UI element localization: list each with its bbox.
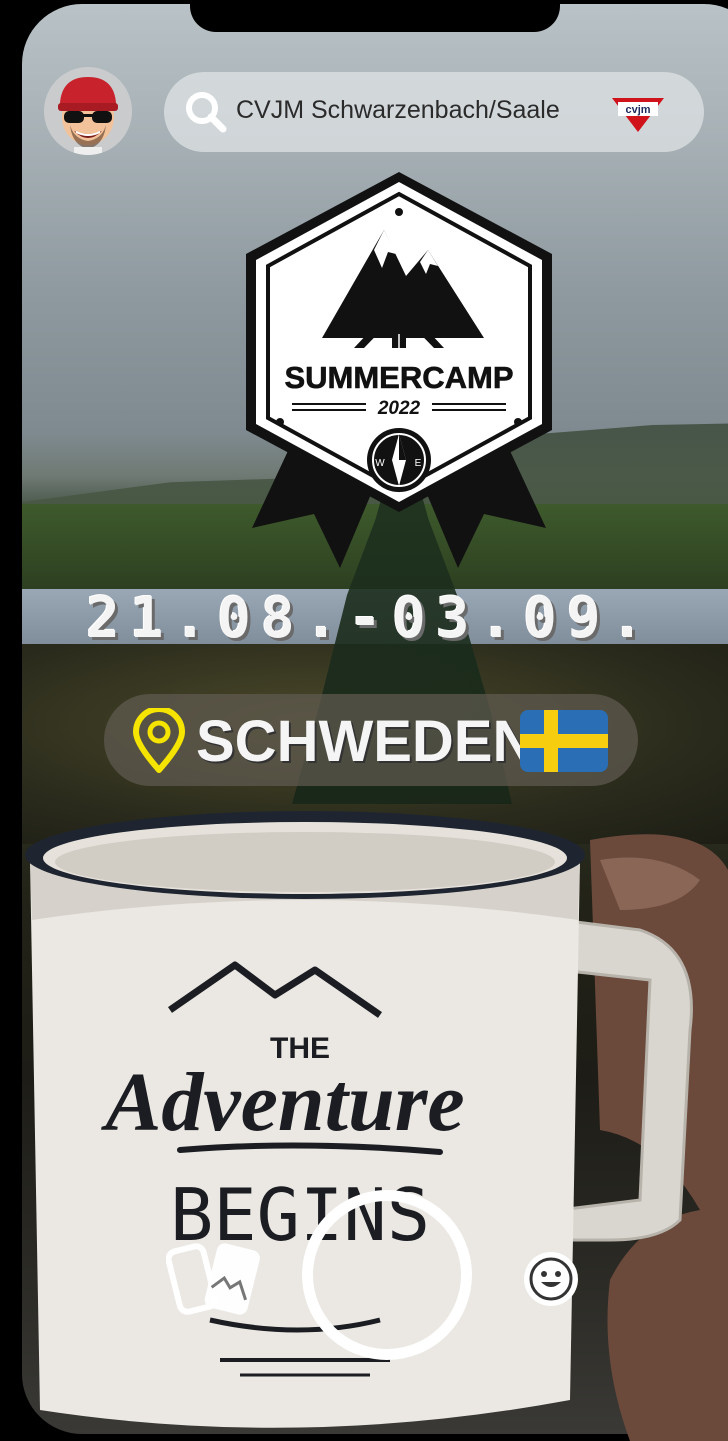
location-pin-icon [133,708,185,773]
location-sticker[interactable]: SCHWEDEN [104,694,638,786]
badge-year: 2022 [377,398,421,419]
event-dates: 21.08.-03.09. [86,586,655,651]
bitmoji-avatar-icon [44,67,132,155]
search-label: CVJM Schwarzenbach/Saale [236,96,560,124]
compass-w: W [375,458,385,469]
avatar[interactable] [44,67,132,155]
smiley-lens-icon[interactable] [522,1250,580,1308]
search-bar[interactable]: CVJM Schwarzenbach/Saale cvjm [164,72,704,152]
device-notch [190,0,560,32]
location-name: SCHWEDEN [196,709,535,774]
badge-title: SUMMERCAMP [284,360,513,395]
cvjm-logo: cvjm [612,98,664,132]
compass-e: E [415,458,422,469]
cvjm-logo-text: cvjm [625,104,650,116]
shutter-button[interactable] [302,1190,472,1360]
sweden-flag [520,710,608,772]
search-icon [186,92,227,133]
summercamp-badge: SUMMERCAMP 2022 W E [246,172,552,568]
memories-icon[interactable] [166,1240,266,1324]
mug-text-adventure: Adventure [100,1056,464,1149]
